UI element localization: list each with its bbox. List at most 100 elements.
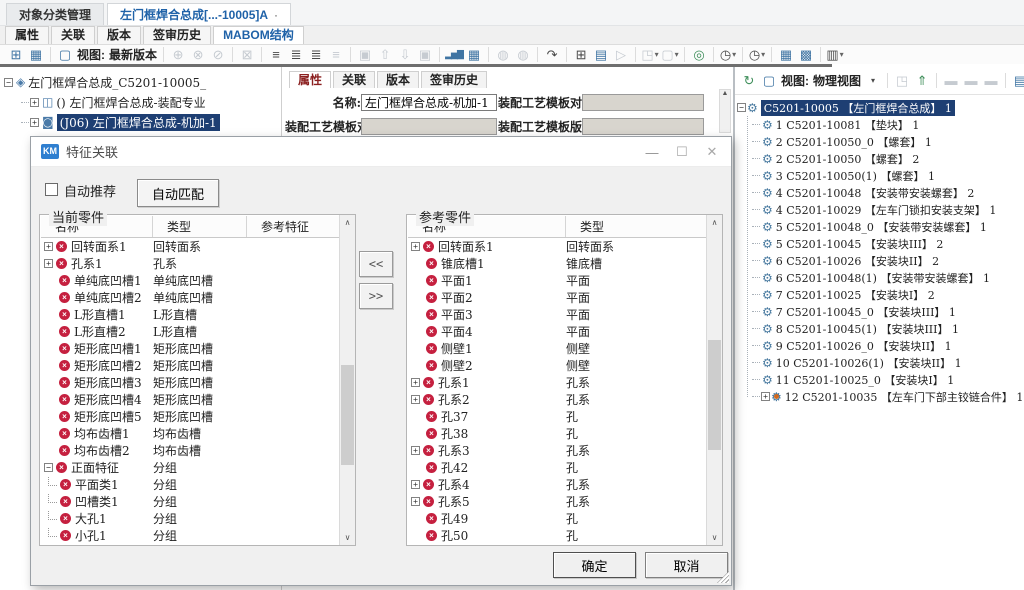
expander-minus-icon[interactable]: −	[4, 78, 13, 87]
list-view-icon[interactable]: ▤	[1010, 72, 1024, 90]
remove-icon[interactable]: ×	[60, 496, 71, 507]
feature-row[interactable]: +×回转面系1回转面系	[41, 238, 354, 255]
feature-row[interactable]: +×孔系2孔系	[408, 391, 721, 408]
scroll-up-icon[interactable]: ∧	[707, 215, 722, 230]
feature-row[interactable]: ×大孔1分组	[41, 510, 354, 527]
bom-node[interactable]: ⚙8 C5201-10045(1) 【安装块III】 1	[751, 320, 1022, 337]
remove-icon[interactable]: ×	[60, 530, 71, 541]
remove-icon[interactable]: ×	[56, 462, 67, 473]
history-menu-icon[interactable]: ◷▾	[718, 46, 738, 64]
remove-icon[interactable]: ×	[59, 343, 70, 354]
layers-off-icon[interactable]: ≡	[326, 46, 346, 64]
tab-properties-inner[interactable]: 属性	[289, 71, 331, 88]
remove-icon[interactable]: ×	[426, 513, 437, 524]
tab-approval-history[interactable]: 签审历史	[143, 26, 211, 44]
dialog-title-bar[interactable]: KM 特征关联	[31, 137, 731, 167]
block1-icon[interactable]: ▬	[941, 72, 961, 90]
expander-plus-icon[interactable]: +	[44, 259, 53, 268]
feature-row[interactable]: ×L形直槽2L形直槽	[41, 323, 354, 340]
move-right-button[interactable]: >>	[359, 283, 393, 309]
link-broken-icon[interactable]: ⊗	[188, 46, 208, 64]
move-left-button[interactable]: <<	[359, 251, 393, 277]
bom-node[interactable]: ⚙2 C5201-10050 【螺套】 2	[751, 150, 1022, 167]
tree-node[interactable]: +◫() 左门框焊合总成-装配专业	[0, 92, 281, 112]
remove-icon[interactable]: ×	[59, 360, 70, 371]
link-edit-icon[interactable]: ⊘	[208, 46, 228, 64]
remove-icon[interactable]: ×	[423, 394, 434, 405]
scroll-up-icon[interactable]: ∧	[340, 215, 355, 230]
tab-versions[interactable]: 版本	[97, 26, 141, 44]
remove-icon[interactable]: ×	[426, 309, 437, 320]
auto-match-button[interactable]: 自动匹配	[137, 179, 219, 207]
feature-row[interactable]: ×单纯底凹槽2单纯底凹槽	[41, 289, 354, 306]
column-type[interactable]: 类型	[153, 216, 247, 237]
tab-menu-dot-icon[interactable]: ·	[274, 5, 278, 25]
bom-node[interactable]: ⚙11 C5201-10025_0 【安装块I】 1	[751, 371, 1022, 388]
save-icon[interactable]: ▦	[26, 46, 46, 64]
reference-part-scrollbar[interactable]: ∧ ∨	[706, 215, 722, 545]
feature-row[interactable]: ×矩形底凹槽3矩形底凹槽	[41, 374, 354, 391]
feature-row[interactable]: ×小孔1分组	[41, 527, 354, 544]
feature-row[interactable]: ×侧壁2侧壁	[408, 357, 721, 374]
list-export-icon[interactable]: ▷	[611, 46, 631, 64]
scroll-thumb[interactable]	[341, 365, 354, 465]
bar-chart-icon[interactable]: ▂▅▇	[444, 46, 464, 64]
ok-button[interactable]: 确定	[553, 552, 636, 578]
remove-icon[interactable]: ×	[426, 292, 437, 303]
tab-relations[interactable]: 关联	[51, 26, 95, 44]
undo-icon[interactable]: ↷	[542, 46, 562, 64]
table2-icon[interactable]: ▦	[776, 46, 796, 64]
remove-icon[interactable]: ×	[426, 275, 437, 286]
page-menu-icon[interactable]: ▢▾	[660, 46, 680, 64]
expander-plus-icon[interactable]: +	[30, 98, 39, 107]
scroll-down-icon[interactable]: ∨	[340, 530, 355, 545]
tab-door-frame-assembly[interactable]: 左门框焊合总成[...-10005]A ·	[107, 3, 291, 25]
feature-row[interactable]: +×孔系5孔系	[408, 493, 721, 510]
expander-plus-icon[interactable]: +	[411, 395, 420, 404]
expander-plus-icon[interactable]: +	[411, 446, 420, 455]
expander-plus-icon[interactable]: +	[30, 118, 39, 127]
feature-row[interactable]: ×平面类1分组	[41, 476, 354, 493]
block2-icon[interactable]: ▬	[961, 72, 981, 90]
copy-icon[interactable]: ⊞	[571, 46, 591, 64]
feature-row[interactable]: ×单纯底凹槽1单纯底凹槽	[41, 272, 354, 289]
bom-node[interactable]: ⚙6 C5201-10026 【安装块II】 2	[751, 252, 1022, 269]
expander-plus-icon[interactable]: +	[411, 497, 420, 506]
tab-properties[interactable]: 属性	[5, 26, 49, 44]
remove-icon[interactable]: ×	[423, 445, 434, 456]
export-icon[interactable]: ◳	[892, 72, 912, 90]
remove-icon[interactable]: ×	[426, 343, 437, 354]
arrow-down-icon[interactable]: ⇩	[395, 46, 415, 64]
name-field[interactable]	[361, 94, 497, 111]
remove-icon[interactable]: ×	[59, 326, 70, 337]
feature-row[interactable]: ×孔37孔	[408, 408, 721, 425]
tab-object-classification[interactable]: 对象分类管理	[6, 3, 104, 25]
feature-row[interactable]: ×孔42孔	[408, 459, 721, 476]
preview-icon[interactable]: ▣	[355, 46, 375, 64]
template-object-field[interactable]	[361, 118, 497, 135]
grid-color-icon[interactable]: ▩	[796, 46, 816, 64]
layers-delete-icon[interactable]: ≣	[306, 46, 326, 64]
bom-node[interactable]: ⚙5 C5201-10045 【安装块III】 2	[751, 235, 1022, 252]
remove-icon[interactable]: ×	[59, 411, 70, 422]
remove-icon[interactable]: ×	[423, 241, 434, 252]
feature-row[interactable]: ×平面1平面	[408, 272, 721, 289]
remove-icon[interactable]: ×	[426, 428, 437, 439]
feature-row[interactable]: ×侧壁1侧壁	[408, 340, 721, 357]
remove-icon[interactable]: ×	[59, 275, 70, 286]
remove-icon[interactable]: ×	[59, 309, 70, 320]
expander-plus-icon[interactable]: +	[761, 392, 770, 401]
feature-row[interactable]: ×孔38孔	[408, 425, 721, 442]
cancel-button[interactable]: 取消	[645, 552, 728, 578]
properties-scrollbar[interactable]: ▲	[719, 89, 731, 133]
remove-icon[interactable]: ×	[59, 394, 70, 405]
list-icon[interactable]: ▤	[591, 46, 611, 64]
expander-minus-icon[interactable]: −	[737, 103, 746, 112]
feature-row[interactable]: +×孔系1孔系	[41, 255, 354, 272]
user-group-icon[interactable]: ◍	[513, 46, 533, 64]
feature-row[interactable]: +×回转面系1回转面系	[408, 238, 721, 255]
feature-row[interactable]: ×矩形底凹槽4矩形底凹槽	[41, 391, 354, 408]
tab-relations-inner[interactable]: 关联	[333, 71, 375, 88]
minimize-button[interactable]: —	[637, 137, 667, 167]
bom-node[interactable]: ⚙4 C5201-10029 【左车门锁扣安装支架】 1	[751, 201, 1022, 218]
